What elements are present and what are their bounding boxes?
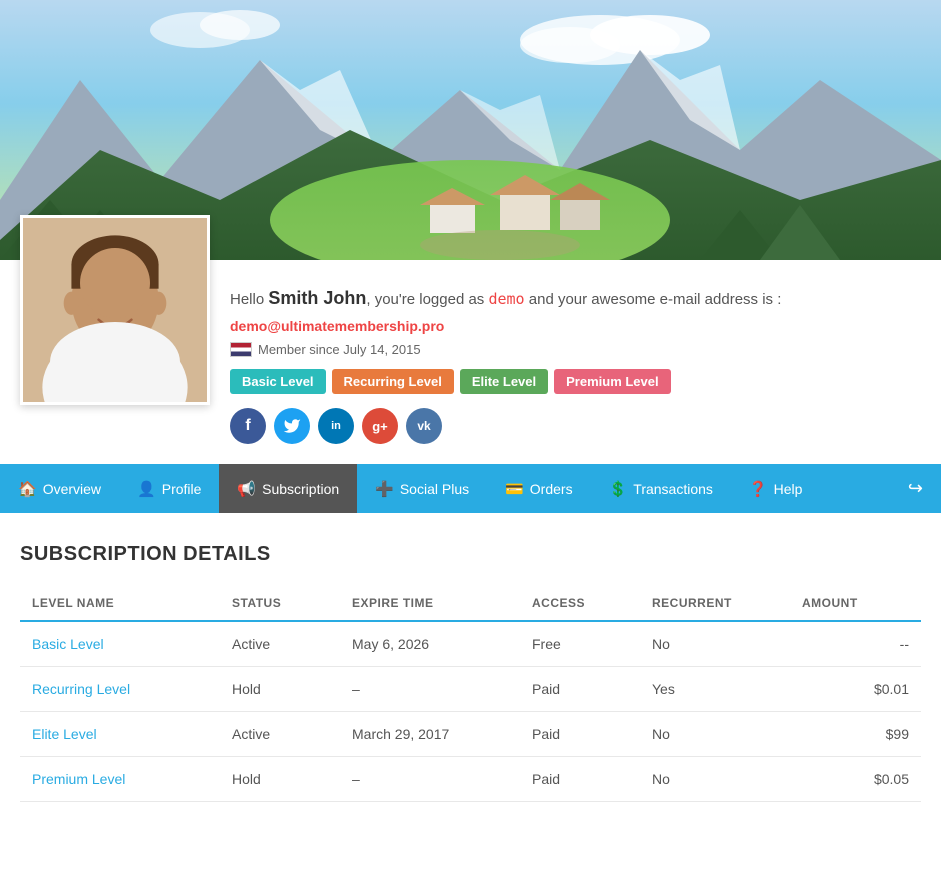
email-line: demo@ultimatemembership.pro (230, 318, 921, 334)
badge-elite[interactable]: Elite Level (460, 369, 548, 394)
member-since-text: Member since July 14, 2015 (258, 342, 421, 357)
user-name: Smith John (268, 288, 366, 308)
tab-transactions[interactable]: 💲 Transactions (591, 464, 731, 513)
recurrent-recurring: Yes (640, 667, 790, 712)
col-header-status: STATUS (220, 586, 340, 621)
profile-icon: 👤 (137, 480, 156, 498)
expire-basic: May 6, 2026 (340, 621, 520, 667)
amount-basic: -- (790, 621, 921, 667)
amount-recurring: $0.01 (790, 667, 921, 712)
table-header: LEVEL NAME STATUS EXPIRE TIME ACCESS REC… (20, 586, 921, 621)
profile-section: Hello Smith John, you're logged as demo … (0, 260, 941, 464)
subscription-icon: 📢 (237, 480, 256, 498)
tab-profile[interactable]: 👤 Profile (119, 464, 219, 513)
subscription-table: LEVEL NAME STATUS EXPIRE TIME ACCESS REC… (20, 586, 921, 802)
access-premium: Paid (520, 757, 640, 802)
tab-help[interactable]: ❓ Help (731, 464, 820, 513)
access-recurring: Paid (520, 667, 640, 712)
navigation-tabs: 🏠 Overview 👤 Profile 📢 Subscription ➕ So… (0, 464, 941, 513)
badge-basic[interactable]: Basic Level (230, 369, 326, 394)
table-row: Basic Level Active May 6, 2026 Free No -… (20, 621, 921, 667)
google-plus-icon[interactable]: g+ (362, 408, 398, 444)
recurrent-basic: No (640, 621, 790, 667)
recurrent-elite: No (640, 712, 790, 757)
level-name-basic: Basic Level (20, 621, 220, 667)
person-svg (23, 215, 207, 405)
status-basic: Active (220, 621, 340, 667)
tab-social-plus[interactable]: ➕ Social Plus (357, 464, 487, 513)
home-icon: 🏠 (18, 480, 37, 498)
table-row: Premium Level Hold – Paid No $0.05 (20, 757, 921, 802)
table-row: Elite Level Active March 29, 2017 Paid N… (20, 712, 921, 757)
status-premium: Hold (220, 757, 340, 802)
vk-icon[interactable]: vk (406, 408, 442, 444)
facebook-icon[interactable]: f (230, 408, 266, 444)
help-icon: ❓ (749, 480, 768, 498)
plus-icon: ➕ (375, 480, 394, 498)
status-elite: Active (220, 712, 340, 757)
greeting-mid: , you're logged as (366, 291, 488, 308)
expire-recurring: – (340, 667, 520, 712)
main-content: SUBSCRIPTION DETAILS LEVEL NAME STATUS E… (0, 513, 941, 832)
col-header-recurrent: RECURRENT (640, 586, 790, 621)
tab-subscription[interactable]: 📢 Subscription (219, 464, 357, 513)
level-badges: Basic Level Recurring Level Elite Level … (230, 369, 921, 394)
col-header-level: LEVEL NAME (20, 586, 220, 621)
member-since: Member since July 14, 2015 (230, 342, 921, 357)
exit-icon[interactable]: ↪ (890, 464, 941, 513)
col-header-access: ACCESS (520, 586, 640, 621)
social-icons: f in g+ vk (230, 408, 921, 444)
demo-username: demo (488, 290, 524, 308)
avatar-image (23, 218, 207, 402)
access-elite: Paid (520, 712, 640, 757)
col-header-amount: AMOUNT (790, 586, 921, 621)
tab-transactions-label: Transactions (633, 481, 713, 497)
tab-profile-label: Profile (162, 481, 202, 497)
tab-help-label: Help (774, 481, 803, 497)
avatar (20, 215, 210, 405)
expire-premium: – (340, 757, 520, 802)
twitter-icon[interactable] (274, 408, 310, 444)
status-recurring: Hold (220, 667, 340, 712)
badge-premium[interactable]: Premium Level (554, 369, 671, 394)
expire-elite: March 29, 2017 (340, 712, 520, 757)
greeting-text: Hello Smith John, you're logged as demo … (230, 285, 921, 312)
linkedin-icon[interactable]: in (318, 408, 354, 444)
recurrent-premium: No (640, 757, 790, 802)
col-header-expire: EXPIRE TIME (340, 586, 520, 621)
table-body: Basic Level Active May 6, 2026 Free No -… (20, 621, 921, 802)
tab-social-plus-label: Social Plus (400, 481, 469, 497)
greeting-prefix: Hello (230, 291, 268, 308)
subscription-title: SUBSCRIPTION DETAILS (20, 543, 921, 566)
amount-elite: $99 (790, 712, 921, 757)
greeting-suffix: and your awesome e-mail address is : (525, 291, 782, 308)
tab-overview-label: Overview (43, 481, 101, 497)
email-link[interactable]: demo@ultimatemembership.pro (230, 318, 444, 334)
level-name-recurring: Recurring Level (20, 667, 220, 712)
table-row: Recurring Level Hold – Paid Yes $0.01 (20, 667, 921, 712)
tab-orders[interactable]: 💳 Orders (487, 464, 590, 513)
profile-info: Hello Smith John, you're logged as demo … (230, 275, 921, 444)
tab-orders-label: Orders (530, 481, 573, 497)
orders-icon: 💳 (505, 480, 524, 498)
tab-overview[interactable]: 🏠 Overview (0, 464, 119, 513)
amount-premium: $0.05 (790, 757, 921, 802)
access-basic: Free (520, 621, 640, 667)
level-name-elite: Elite Level (20, 712, 220, 757)
level-name-premium: Premium Level (20, 757, 220, 802)
flag-icon (230, 342, 252, 357)
badge-recurring[interactable]: Recurring Level (332, 369, 454, 394)
tab-subscription-label: Subscription (262, 481, 339, 497)
transactions-icon: 💲 (609, 480, 628, 498)
